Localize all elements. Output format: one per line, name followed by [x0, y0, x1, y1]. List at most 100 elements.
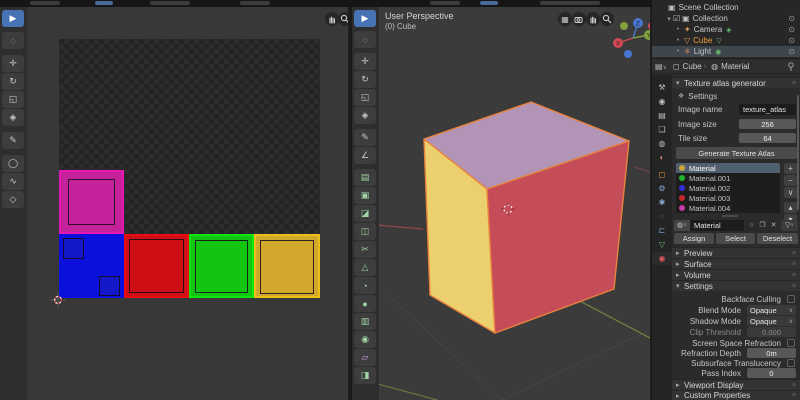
expander-icon[interactable]: •: [674, 37, 682, 44]
expander-icon[interactable]: ▾: [665, 15, 673, 23]
outliner-light[interactable]: • ✳ Light ◉ ⊙: [652, 46, 800, 57]
refraction-depth-field[interactable]: 0m: [747, 348, 796, 358]
material-slot-3[interactable]: Material.003: [676, 193, 780, 203]
select-button[interactable]: Select: [716, 233, 755, 244]
browse-material-button[interactable]: ◍ ∨: [674, 219, 690, 231]
vp-knife-tool-button[interactable]: ✂: [354, 241, 376, 258]
uv-rotate-tool-button[interactable]: ↻: [2, 73, 24, 90]
vp-shear-tool-button[interactable]: ▱: [354, 349, 376, 366]
uv-grab-tool-button[interactable]: ◯: [2, 155, 24, 172]
outliner-label[interactable]: Camera: [694, 25, 722, 34]
material-tab[interactable]: ◉: [652, 252, 672, 265]
panel-grip-icon[interactable]: ≡: [792, 272, 796, 279]
world-tab[interactable]: ◐: [652, 151, 672, 164]
outliner-scene-collection[interactable]: ▣ Scene Collection: [652, 2, 800, 13]
custom-properties-panel-header[interactable]: ▸ Custom Properties ≡: [672, 390, 800, 400]
cube-object[interactable]: [423, 101, 630, 334]
camera-view-icon[interactable]: [572, 12, 586, 26]
vp-scale-tool-button[interactable]: ◱: [354, 89, 376, 106]
visibility-eye-icon[interactable]: ⊙: [788, 47, 795, 56]
pan-hand-icon[interactable]: [325, 12, 339, 26]
uv-relax-tool-button[interactable]: ∿: [2, 173, 24, 190]
material-specials-button[interactable]: ∨: [784, 187, 797, 198]
visibility-eye-icon[interactable]: ⊙: [788, 36, 795, 45]
vp-select-circle-tool-button[interactable]: ◌: [354, 31, 376, 48]
vp-measure-tool-button[interactable]: ∠: [354, 147, 376, 164]
material-slot-1[interactable]: Material.001: [676, 173, 780, 183]
outliner-camera[interactable]: • ✦ Camera ◈ ⊙: [652, 24, 800, 35]
vp-rotate-tool-button[interactable]: ↻: [354, 71, 376, 88]
image-size-field[interactable]: 256: [739, 119, 796, 129]
uv-tweak-tool-button[interactable]: ▶: [2, 10, 24, 27]
panel-grip-icon[interactable]: ≡: [792, 283, 796, 290]
volume-panel-header[interactable]: ▸ Volume ≡: [672, 269, 800, 280]
pan-hand-icon[interactable]: [586, 12, 600, 26]
vp-inset-faces-tool-button[interactable]: ▣: [354, 187, 376, 204]
subsurface-translucency-checkbox[interactable]: [787, 359, 795, 367]
material-slot-0[interactable]: Material: [676, 163, 780, 173]
visibility-eye-icon[interactable]: ⊙: [788, 14, 795, 23]
unlink-material-button[interactable]: ✕: [768, 219, 779, 231]
uv-canvas[interactable]: [27, 7, 348, 400]
settings-panel-header[interactable]: ▾ Settings ≡: [672, 280, 800, 291]
move-slot-up-button[interactable]: ▴: [784, 202, 797, 213]
render-tab[interactable]: ◉: [652, 95, 672, 108]
constraints-tab[interactable]: ⊏: [652, 224, 672, 237]
material-slot-2[interactable]: Material.002: [676, 183, 780, 193]
panel-grip-icon[interactable]: ≡: [792, 382, 796, 389]
vp-shrink-fatten-tool-button[interactable]: ◉: [354, 331, 376, 348]
deselect-button[interactable]: Deselect: [757, 233, 798, 244]
add-material-slot-button[interactable]: +: [784, 163, 797, 174]
vp-rip-region-tool-button[interactable]: ◨: [354, 367, 376, 384]
uv-annotate-tool-button[interactable]: ✎: [2, 132, 24, 149]
modifier-tab[interactable]: ⚙: [652, 182, 672, 195]
expander-icon[interactable]: •: [674, 26, 682, 33]
properties-editor-icon[interactable]: ▤∨: [655, 62, 667, 71]
shadow-mode-dropdown[interactable]: Opaque ∨: [747, 316, 796, 326]
pass-index-field[interactable]: 0: [747, 368, 796, 378]
view-layer-tab[interactable]: ❏: [652, 123, 672, 136]
preview-panel-header[interactable]: ▸ Preview ≡: [672, 247, 800, 258]
pin-icon[interactable]: [787, 62, 795, 72]
navigation-gizmo[interactable]: Z X Y: [610, 15, 652, 61]
fake-user-button[interactable]: ○: [746, 219, 757, 231]
outliner-label[interactable]: Scene Collection: [679, 3, 739, 12]
physics-tab[interactable]: ◌: [652, 210, 672, 223]
collection-checkbox[interactable]: ☑: [673, 14, 680, 23]
uv-pinch-tool-button[interactable]: ◇: [2, 191, 24, 208]
tool-tab[interactable]: ⚒: [652, 81, 672, 94]
texture-atlas-panel-header[interactable]: ▾ Texture atlas generator ≡: [672, 77, 800, 88]
vp-move-tool-button[interactable]: ✛: [354, 53, 376, 70]
blend-mode-dropdown[interactable]: Opaque ∨: [747, 305, 796, 315]
zoom-magnifier-icon[interactable]: [338, 12, 348, 26]
breadcrumb-material[interactable]: Material: [721, 62, 749, 71]
vp-loop-cut-tool-button[interactable]: ◫: [354, 223, 376, 240]
panel-grip-icon[interactable]: ≡: [792, 392, 796, 399]
vp-tweak-tool-button[interactable]: ▶: [354, 10, 376, 27]
properties-scrollbar[interactable]: [797, 95, 799, 210]
uv-move-tool-button[interactable]: ✛: [2, 55, 24, 72]
tile-size-field[interactable]: 64: [739, 133, 796, 143]
surface-panel-header[interactable]: ▸ Surface ≡: [672, 258, 800, 269]
material-name-field[interactable]: Material: [690, 219, 744, 231]
vp-bevel-tool-button[interactable]: ◪: [354, 205, 376, 222]
particles-tab[interactable]: ✱: [652, 196, 672, 209]
outliner-cube[interactable]: • ▽ Cube ▽ ⊙: [652, 35, 800, 46]
gizmo-z-neg-ball[interactable]: [624, 50, 632, 58]
breadcrumb-object[interactable]: Cube: [683, 62, 702, 71]
toggle-perspective-icon[interactable]: ▦: [558, 12, 572, 26]
gizmo-y-neg-ball[interactable]: [620, 22, 628, 30]
uv-select-circle-tool-button[interactable]: ◌: [2, 32, 24, 49]
viewport-display-panel-header[interactable]: ▸ Viewport Display ≡: [672, 379, 800, 390]
generate-texture-atlas-button[interactable]: Generate Texture Atlas: [676, 147, 797, 159]
backface-culling-checkbox[interactable]: [787, 295, 795, 303]
vp-extrude-region-tool-button[interactable]: ▤: [354, 169, 376, 186]
scene-tab[interactable]: ◍: [652, 137, 672, 150]
vp-poly-build-tool-button[interactable]: △: [354, 259, 376, 276]
object-tab[interactable]: ◻: [652, 168, 672, 181]
panel-grip-icon[interactable]: ≡: [792, 250, 796, 257]
uv-transform-tool-button[interactable]: ◈: [2, 109, 24, 126]
copy-material-button[interactable]: ❐: [757, 219, 768, 231]
visibility-eye-icon[interactable]: ⊙: [788, 25, 795, 34]
vp-edge-slide-tool-button[interactable]: ▥: [354, 313, 376, 330]
